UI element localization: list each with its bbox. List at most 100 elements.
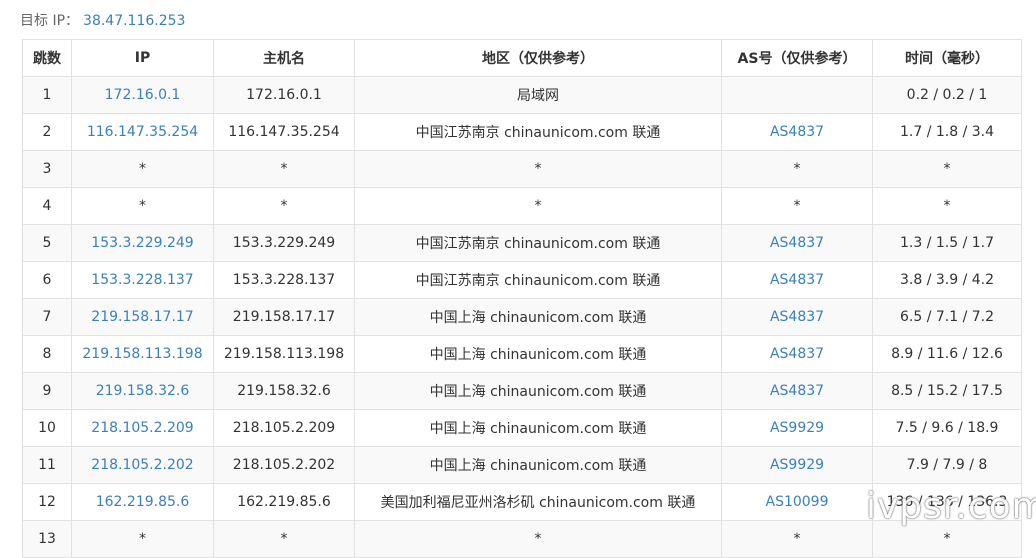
cell-region: *	[354, 187, 722, 225]
as-link[interactable]: AS4837	[770, 235, 824, 251]
cell-as: AS9929	[721, 446, 873, 484]
cell-as: *	[721, 187, 873, 225]
cell-as: *	[721, 150, 873, 188]
as-link[interactable]: AS4837	[770, 346, 824, 362]
cell-region: 中国上海 chinaunicom.com 联通	[354, 446, 722, 484]
as-link[interactable]: AS10099	[766, 494, 829, 510]
col-header-ip: IP	[71, 39, 214, 77]
cell-as: AS4837	[721, 298, 873, 336]
as-link[interactable]: AS4837	[770, 272, 824, 288]
cell-ip: 116.147.35.254	[71, 113, 214, 151]
cell-hop: 4	[22, 187, 72, 225]
ip-link[interactable]: 162.219.85.6	[96, 494, 190, 510]
cell-region: 中国上海 chinaunicom.com 联通	[354, 298, 722, 336]
col-header-region: 地区（仅供参考）	[354, 39, 722, 77]
cell-hop: 9	[22, 372, 72, 410]
cell-hop: 6	[22, 261, 72, 299]
cell-region: 美国加利福尼亚州洛杉矶 chinaunicom.com 联通	[354, 483, 722, 521]
cell-hostname: 219.158.17.17	[213, 298, 355, 336]
cell-as: AS4837	[721, 261, 873, 299]
cell-hostname: 153.3.228.137	[213, 261, 355, 299]
cell-ip: 219.158.32.6	[71, 372, 214, 410]
cell-hostname: 218.105.2.209	[213, 409, 355, 447]
cell-hop: 3	[22, 150, 72, 188]
table-row: 11 218.105.2.202 218.105.2.202 中国上海 chinaun…	[22, 446, 1022, 484]
as-link[interactable]: AS9929	[770, 457, 824, 473]
col-header-hop: 跳数	[22, 39, 72, 77]
cell-time: *	[872, 187, 1022, 225]
cell-ip: 162.219.85.6	[71, 483, 214, 521]
as-link[interactable]: AS4837	[770, 309, 824, 325]
cell-as: AS4837	[721, 335, 873, 373]
target-ip-line: 目标 IP： 38.47.116.253	[20, 10, 185, 32]
cell-hop: 7	[22, 298, 72, 336]
cell-hostname: 218.105.2.202	[213, 446, 355, 484]
cell-ip: 153.3.228.137	[71, 261, 214, 299]
ip-link[interactable]: 219.158.113.198	[82, 346, 202, 362]
cell-as: AS4837	[721, 113, 873, 151]
table-row: 12 162.219.85.6 162.219.85.6 美国加利福尼亚州洛杉矶 ch…	[22, 483, 1022, 521]
cell-hostname: 153.3.229.249	[213, 224, 355, 262]
cell-ip: *	[71, 187, 214, 225]
as-link[interactable]: AS4837	[770, 124, 824, 140]
ip-link[interactable]: 116.147.35.254	[87, 124, 198, 140]
target-ip-label: 目标 IP：	[20, 13, 80, 29]
target-ip-value[interactable]: 38.47.116.253	[83, 13, 185, 29]
col-header-hostname: 主机名	[213, 39, 355, 77]
cell-ip: 218.105.2.209	[71, 409, 214, 447]
cell-time: 1.3 / 1.5 / 1.7	[872, 224, 1022, 262]
table-header-row: 跳数 IP 主机名 地区（仅供参考） AS号（仅供参考） 时间（毫秒）	[22, 39, 1022, 77]
cell-time: 6.5 / 7.1 / 7.2	[872, 298, 1022, 336]
cell-as: AS10099	[721, 483, 873, 521]
as-link[interactable]: AS9929	[770, 420, 824, 436]
traceroute-table: 跳数 IP 主机名 地区（仅供参考） AS号（仅供参考） 时间（毫秒） 1 172…	[22, 39, 1022, 558]
table-row: 7 219.158.17.17 219.158.17.17 中国上海 chinauni…	[22, 298, 1022, 336]
cell-as: AS4837	[721, 224, 873, 262]
table-row: 8 219.158.113.198 219.158.113.198 中国上海 chin…	[22, 335, 1022, 373]
cell-region: 中国江苏南京 chinaunicom.com 联通	[354, 113, 722, 151]
as-link[interactable]: AS4837	[770, 383, 824, 399]
cell-ip: *	[71, 520, 214, 558]
cell-hostname: 219.158.113.198	[213, 335, 355, 373]
cell-time: 8.9 / 11.6 / 12.6	[872, 335, 1022, 373]
ip-link[interactable]: 218.105.2.209	[91, 420, 193, 436]
cell-hop: 10	[22, 409, 72, 447]
cell-time: 0.2 / 0.2 / 1	[872, 76, 1022, 114]
cell-as: AS9929	[721, 409, 873, 447]
cell-ip: 153.3.229.249	[71, 224, 214, 262]
table-row: 2 116.147.35.254 116.147.35.254 中国江苏南京 chin…	[22, 113, 1022, 151]
cell-as	[721, 76, 873, 114]
ip-link[interactable]: 172.16.0.1	[105, 87, 181, 103]
cell-hop: 12	[22, 483, 72, 521]
table-row: 9 219.158.32.6 219.158.32.6 中国上海 chinaunico…	[22, 372, 1022, 410]
cell-ip: 219.158.17.17	[71, 298, 214, 336]
cell-ip: 219.158.113.198	[71, 335, 214, 373]
cell-region: *	[354, 520, 722, 558]
ip-link[interactable]: 153.3.228.137	[91, 272, 193, 288]
cell-hostname: 116.147.35.254	[213, 113, 355, 151]
ip-link[interactable]: 219.158.17.17	[91, 309, 193, 325]
cell-time: 1.7 / 1.8 / 3.4	[872, 113, 1022, 151]
cell-hop: 11	[22, 446, 72, 484]
cell-as: AS4837	[721, 372, 873, 410]
cell-region: 中国上海 chinaunicom.com 联通	[354, 409, 722, 447]
table-row: 3 * * * * *	[22, 150, 1022, 188]
ip-link[interactable]: 153.3.229.249	[91, 235, 193, 251]
cell-ip: *	[71, 150, 214, 188]
cell-hostname: *	[213, 187, 355, 225]
table-row: 4 * * * * *	[22, 187, 1022, 225]
table-body: 1 172.16.0.1 172.16.0.1 局域网 0.2 / 0.2 / 1 2 11…	[22, 76, 1022, 558]
table-row: 10 218.105.2.209 218.105.2.209 中国上海 chinaun…	[22, 409, 1022, 447]
ip-link[interactable]: 218.105.2.202	[91, 457, 193, 473]
cell-as: *	[721, 520, 873, 558]
ip-link[interactable]: 219.158.32.6	[96, 383, 190, 399]
table-row: 6 153.3.228.137 153.3.228.137 中国江苏南京 chinau…	[22, 261, 1022, 299]
cell-time: 7.9 / 7.9 / 8	[872, 446, 1022, 484]
cell-hostname: 162.219.85.6	[213, 483, 355, 521]
col-header-time: 时间（毫秒）	[872, 39, 1022, 77]
cell-hostname: 219.158.32.6	[213, 372, 355, 410]
cell-region: 局域网	[354, 76, 722, 114]
table-row: 5 153.3.229.249 153.3.229.249 中国江苏南京 chinau…	[22, 224, 1022, 262]
cell-time: 136 / 136 / 136.3	[872, 483, 1022, 521]
cell-ip: 172.16.0.1	[71, 76, 214, 114]
